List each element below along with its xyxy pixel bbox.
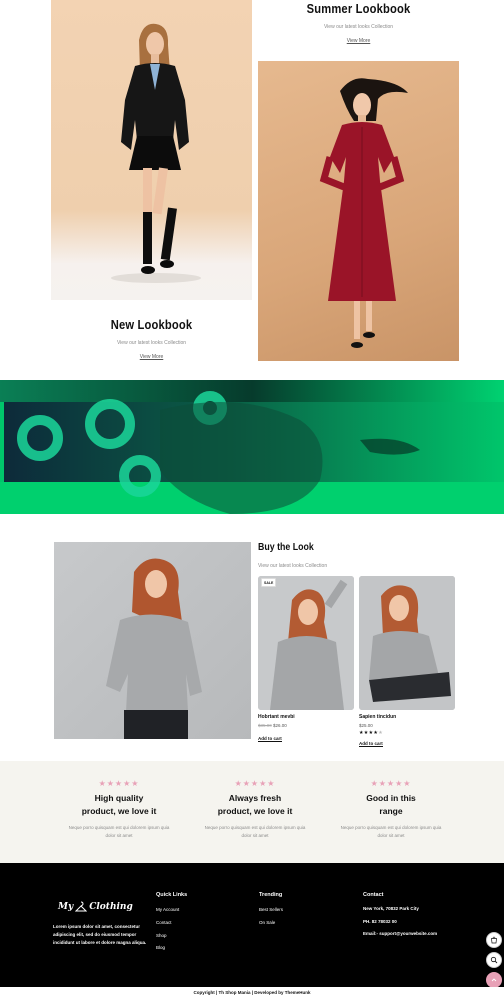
contact-email[interactable]: Email:- support@yourwebsite.com <box>363 931 437 936</box>
product-1-photo <box>258 576 354 710</box>
star-empty-icon: ★ <box>378 730 383 736</box>
new-lookbook-title: New Lookbook <box>110 317 193 332</box>
search-icon <box>490 956 498 964</box>
feature-title-line1: Always fresh <box>228 793 282 803</box>
product-image-2[interactable] <box>359 576 455 710</box>
feature-text-line2: dolor sit amet <box>377 833 405 838</box>
scroll-top-button[interactable] <box>486 972 502 988</box>
site-footer: My Clothing Lorem ipsum dolor sit amet, … <box>0 863 504 1000</box>
product-old-price-1: $35.00 <box>258 723 272 728</box>
add-to-cart-button-2[interactable]: Add to cart <box>359 741 383 747</box>
add-to-cart-button-1[interactable]: Add to cart <box>258 736 282 742</box>
contact-phone: PH. 82 78032 00 <box>363 919 397 924</box>
product-name-1[interactable]: Hobrtant mevbi <box>258 714 295 720</box>
new-lookbook-photo[interactable] <box>51 0 252 300</box>
footer-link-shop[interactable]: Shop <box>156 933 167 938</box>
feature-text-line1: Neque porro quisquam est qui dolorem ips… <box>340 825 442 830</box>
feature-title-line2: product, we love it <box>217 806 293 816</box>
summer-lookbook-subtitle: View our latest looks Collection <box>323 24 394 30</box>
model-grey-sweater-illustration <box>106 558 202 739</box>
promo-banner-image <box>0 380 504 514</box>
copyright-text: Copyright | Th Shop Mania | Developed by… <box>0 987 504 1000</box>
feature-item: ★★★★★ Always fresh product, we love it N… <box>195 779 315 840</box>
quick-links-heading: Quick Links <box>156 892 188 898</box>
model-leather-jacket-illustration <box>111 23 201 283</box>
new-lookbook-view-more-link[interactable]: View More <box>51 354 252 360</box>
product-name-2[interactable]: Sapien tincidun <box>359 714 396 720</box>
feature-text-line1: Neque porro quisquam est qui dolorem ips… <box>68 825 170 830</box>
footer-link-on-sale[interactable]: On Sale <box>259 920 275 925</box>
cart-icon <box>491 936 497 944</box>
summer-lookbook-photo[interactable] <box>258 61 459 361</box>
rating-stars-icon: ★★★★★ <box>370 779 412 788</box>
footer-link-contact[interactable]: Contact <box>156 920 172 925</box>
feature-text-line2: dolor sit amet <box>241 833 269 838</box>
contact-heading: Contact <box>363 892 384 898</box>
footer-about-line: adipiscing elit, sed do eiusmod tempor <box>53 932 137 937</box>
product-2-photo <box>359 576 455 710</box>
footer-link-best-sellers[interactable]: Best Sellers <box>259 907 283 912</box>
contact-address: New York, 70832 Park City <box>363 906 419 911</box>
summer-lookbook-title: Summer Lookbook <box>306 1 411 16</box>
feature-title-line1: High quality <box>94 793 144 803</box>
features-section: ★★★★★ High quality product, we love it N… <box>0 761 504 863</box>
footer-link-blog[interactable]: Blog <box>156 945 165 950</box>
feature-title-line2: range <box>379 806 403 816</box>
buy-the-look-subtitle: View our latest looks Collection <box>258 563 328 569</box>
logo-text-right: Clothing <box>89 902 133 912</box>
feature-title-line1: Good in this <box>366 793 416 803</box>
feature-text-line1: Neque porro quisquam est qui dolorem ips… <box>204 825 306 830</box>
footer-about-line: incididunt ut labore et dolore magna ali… <box>53 940 147 945</box>
search-button[interactable] <box>486 952 502 968</box>
hanger-icon <box>75 901 88 912</box>
trending-heading: Trending <box>259 892 283 898</box>
product-image-1[interactable]: SALE <box>258 576 354 710</box>
product-new-price-1: $26.00 <box>273 723 287 728</box>
cart-button[interactable] <box>486 932 502 948</box>
green-abstract-art <box>0 380 504 514</box>
sale-badge: SALE <box>261 578 277 587</box>
feature-title-line2: product, we love it <box>81 806 157 816</box>
buy-the-look-title: Buy the Look <box>258 542 314 553</box>
product-rating-2: ★★★★★ <box>359 730 383 736</box>
logo-text-left: My <box>58 902 74 912</box>
feature-item: ★★★★★ Good in this range Neque porro qui… <box>331 779 451 840</box>
feature-item: ★★★★★ High quality product, we love it N… <box>59 779 179 840</box>
buy-the-look-photo[interactable] <box>54 542 251 739</box>
summer-lookbook-view-more-link[interactable]: View More <box>258 38 459 44</box>
footer-logo[interactable]: My Clothing <box>58 901 133 913</box>
footer-link-my-account[interactable]: My Account <box>156 907 179 912</box>
product-price-2: $25.00 <box>359 723 373 728</box>
footer-about-line: Lorem ipsum dolor sit amet, consectetur <box>53 924 141 929</box>
new-lookbook-subtitle: View our latest looks Collection <box>116 340 187 346</box>
feature-text-line2: dolor sit amet <box>105 833 133 838</box>
rating-stars-icon: ★★★★★ <box>234 779 276 788</box>
model-red-dress-illustration <box>319 78 408 348</box>
product-price-1: $35.00 $26.00 <box>258 723 287 728</box>
rating-stars-icon: ★★★★★ <box>98 779 140 788</box>
arrow-up-icon <box>491 978 497 982</box>
